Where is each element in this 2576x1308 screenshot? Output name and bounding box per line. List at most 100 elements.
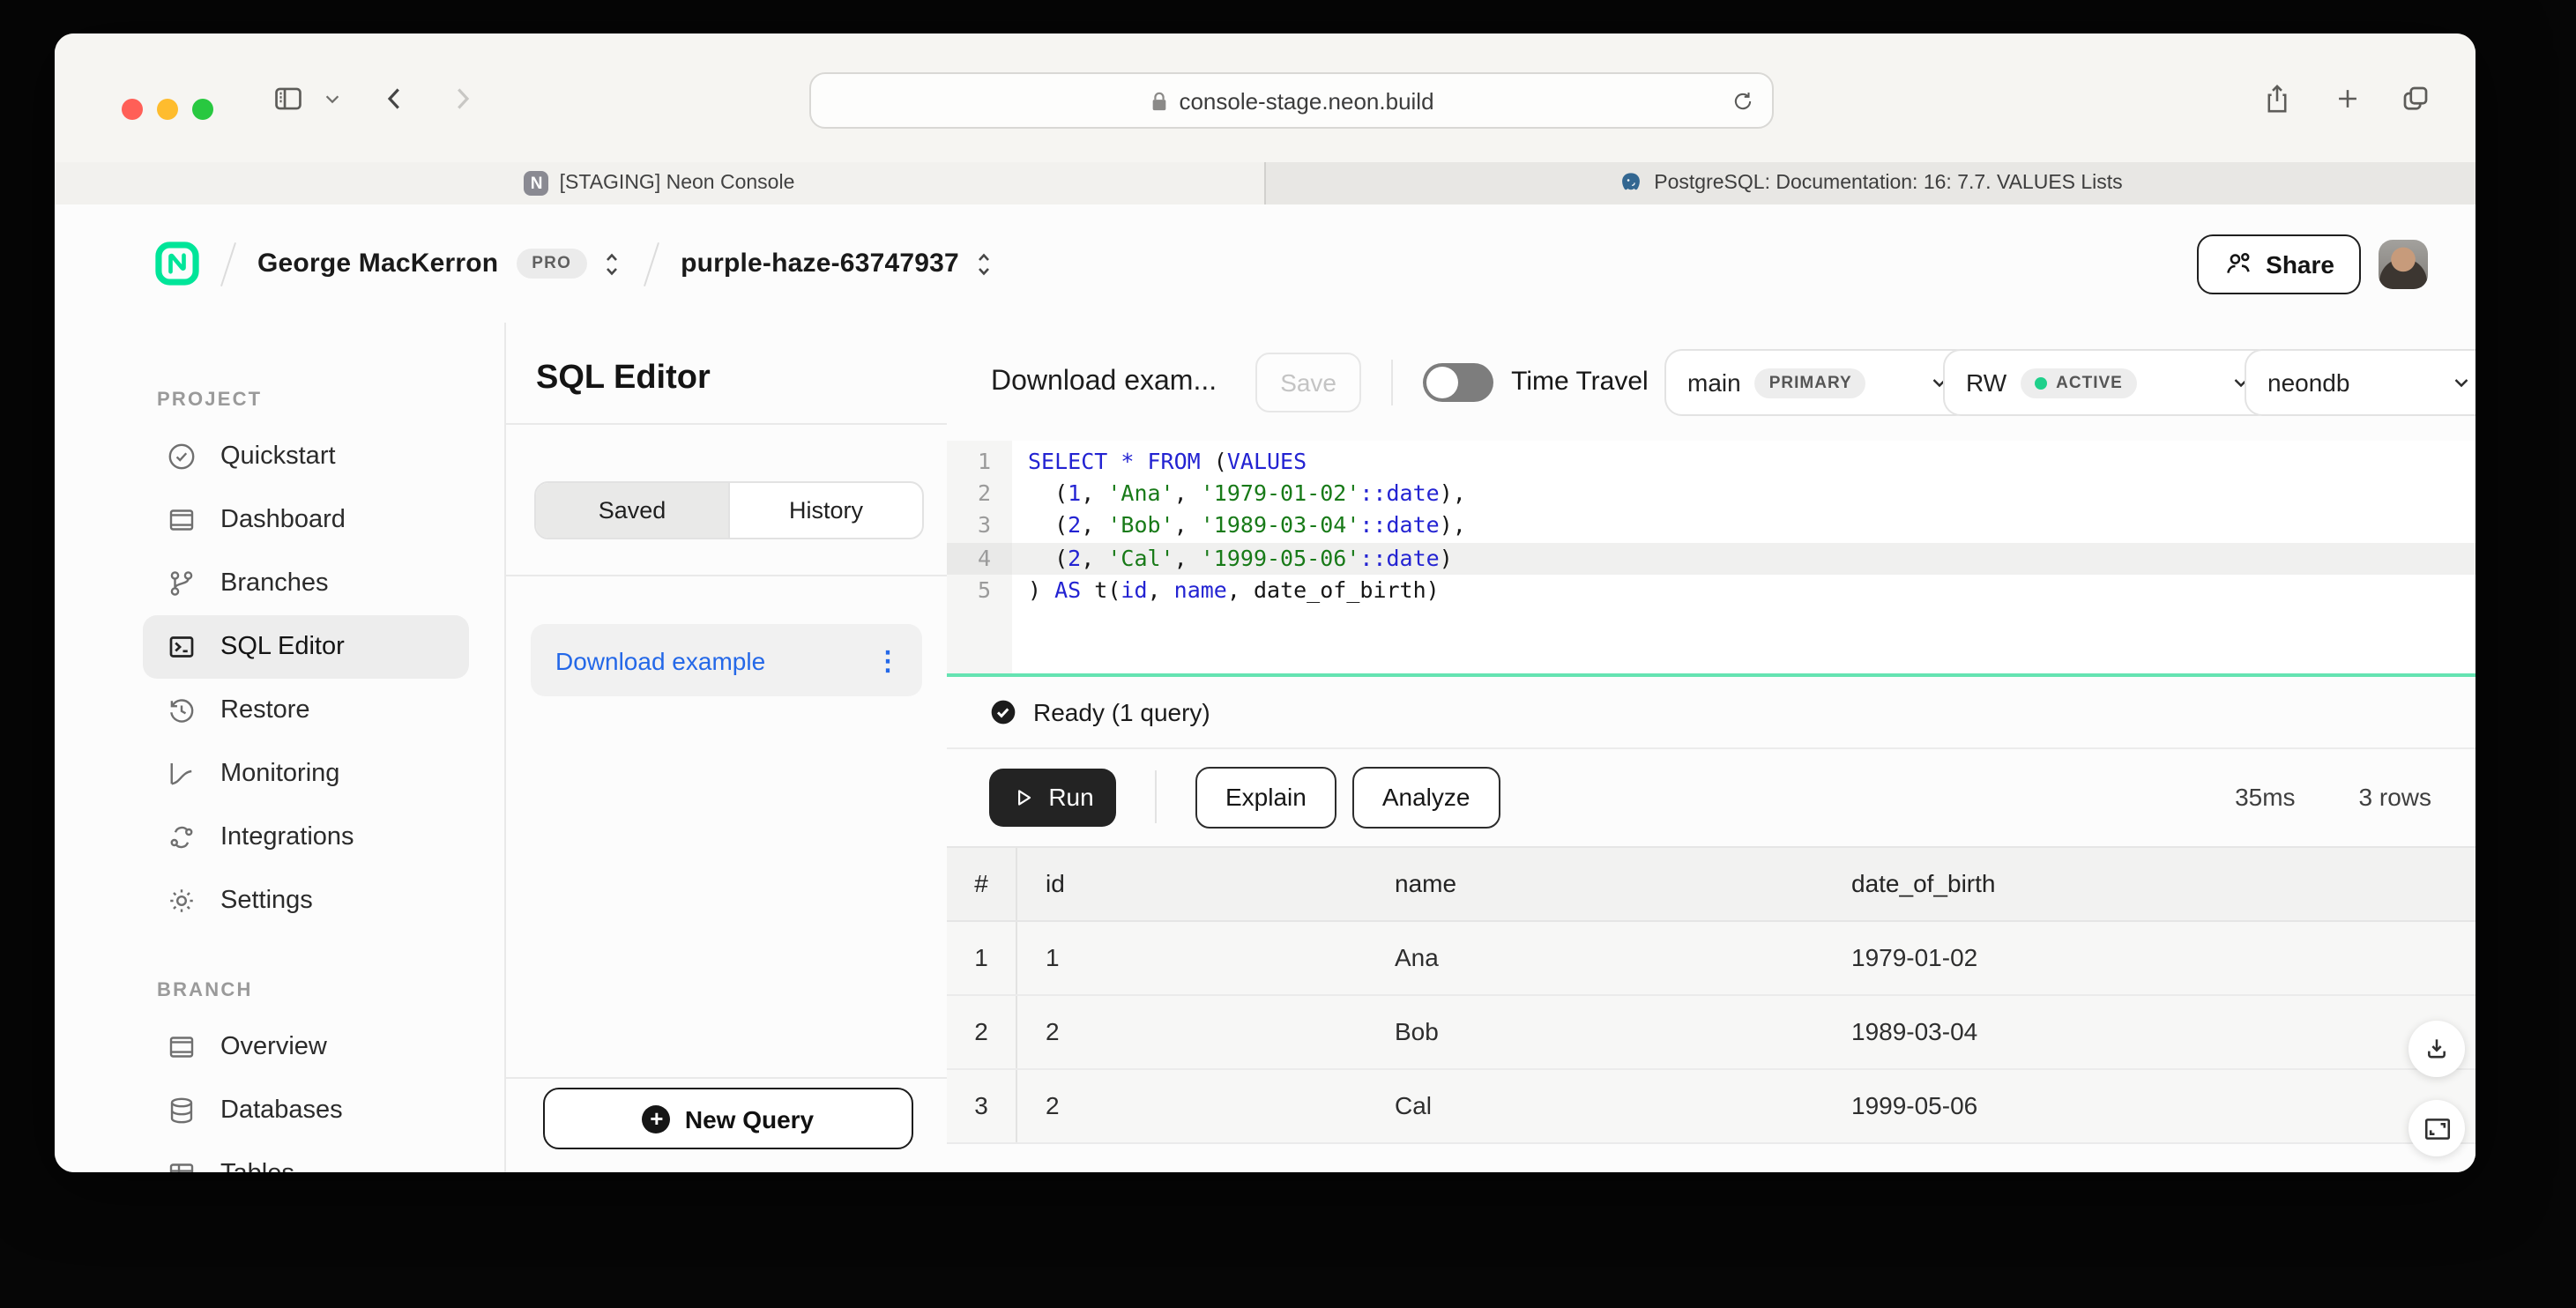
minimize-window-button[interactable] (157, 99, 178, 120)
results-header-row: #idnamedate_of_birth (947, 845, 2475, 921)
code-text: ) AS t(id, name, date_of_birth) (1012, 575, 2475, 606)
code-line-5[interactable]: 5) AS t(id, name, date_of_birth) (947, 575, 2475, 606)
active-badge: ACTIVE (2021, 368, 2137, 398)
sidebar-section-label: BRANCH (157, 980, 504, 1001)
chart-icon (166, 758, 197, 790)
window-icon (166, 1031, 197, 1063)
code-text: SELECT * FROM (VALUES (1012, 446, 2475, 478)
new-tab-icon[interactable] (2333, 83, 2363, 113)
code-line-3[interactable]: 3 (2, 'Bob', '1989-03-04'::date), (947, 510, 2475, 542)
saved-query-item[interactable]: Download example ⋮ (531, 624, 922, 696)
project-name[interactable]: purple-haze-63747937 (681, 249, 959, 279)
sidebar-toggle-icon[interactable] (272, 81, 305, 115)
sidebar-item-label: Tables (220, 1160, 294, 1172)
address-bar[interactable]: console-stage.neon.build (809, 72, 1774, 129)
compute-select[interactable]: RW ACTIVE (1943, 349, 2274, 416)
tab-postgresql-docs[interactable]: PostgreSQL: Documentation: 16: 7.7. VALU… (1264, 162, 2475, 204)
sidebar-item-dashboard[interactable]: Dashboard (143, 488, 469, 552)
sidebar-item-databases[interactable]: Databases (143, 1079, 469, 1142)
download-results-button[interactable] (2408, 1021, 2465, 1077)
new-query-button[interactable]: + New Query (543, 1088, 913, 1149)
editor-toolbar: Download exam... Save Time Travel main P… (947, 323, 2475, 441)
new-query-label: New Query (685, 1104, 814, 1133)
screenshot-stage: console-stage.neon.build N [STAGING] Neo… (0, 0, 2576, 1308)
queries-panel: SQL Editor Saved History Download exampl… (504, 323, 949, 1172)
share-button[interactable]: Share (2197, 234, 2361, 294)
table-icon (166, 1158, 197, 1172)
divider (506, 1077, 947, 1079)
sidebar-item-sql-editor[interactable]: SQL Editor (143, 615, 469, 679)
divider (506, 423, 947, 425)
zoom-window-button[interactable] (192, 99, 213, 120)
analyze-button[interactable]: Analyze (1352, 766, 1500, 828)
explain-button[interactable]: Explain (1195, 766, 1336, 828)
tab-bar: N [STAGING] Neon Console PostgreSQL: Doc… (55, 162, 2475, 206)
database-select[interactable]: neondb (2245, 349, 2475, 416)
chevron-down-icon (2451, 372, 2472, 393)
run-button[interactable]: Run (989, 768, 1116, 826)
reload-icon[interactable] (1731, 89, 1754, 112)
sidebar-item-monitoring[interactable]: Monitoring (143, 742, 469, 806)
divider (1155, 770, 1157, 823)
table-row[interactable]: 11Ana1979-01-02 (947, 921, 2475, 995)
table-cell: 2 (1017, 1017, 1366, 1045)
column-header-name: name (1366, 869, 1823, 897)
row-count: 3 rows (2359, 783, 2431, 811)
code-line-1[interactable]: 1SELECT * FROM (VALUES (947, 446, 2475, 478)
tab-saved[interactable]: Saved (536, 483, 728, 538)
table-cell: Cal (1366, 1091, 1823, 1119)
back-button-icon[interactable] (379, 82, 411, 114)
plus-circle-icon: + (643, 1104, 671, 1133)
sidebar-item-restore[interactable]: Restore (143, 679, 469, 742)
status-text: Ready (1 query) (1033, 698, 1210, 726)
tab-overview-icon[interactable] (2400, 82, 2431, 114)
sidebar-item-settings[interactable]: Settings (143, 869, 469, 933)
time-travel-label: Time Travel (1511, 367, 1649, 397)
tab-neon-console[interactable]: N [STAGING] Neon Console (55, 162, 1264, 204)
sidebar-item-branches[interactable]: Branches (143, 552, 469, 615)
check-circle-icon (166, 441, 197, 472)
table-cell: 1999-05-06 (1823, 1091, 2475, 1119)
time-travel-toggle[interactable] (1423, 362, 1493, 401)
query-actions-row: Run Explain Analyze 35ms 3 rows (947, 748, 2475, 845)
active-dot-icon (2035, 376, 2047, 389)
breadcrumb-divider (220, 242, 236, 286)
share-page-icon[interactable] (2262, 81, 2292, 115)
query-status-row: Ready (1 query) (947, 677, 2475, 749)
browser-window: console-stage.neon.build N [STAGING] Neo… (55, 33, 2475, 1172)
sidebar-item-integrations[interactable]: Integrations (143, 806, 469, 869)
console-header: George MacKerron PRO purple-haze-6374793… (55, 204, 2475, 324)
branch-select[interactable]: main PRIMARY (1664, 349, 1973, 416)
sql-code-editor[interactable]: 1SELECT * FROM (VALUES2 (1, 'Ana', '1979… (947, 441, 2475, 673)
line-number: 4 (947, 542, 1012, 574)
toggle-knob (1426, 366, 1458, 398)
sidebar-section-label: PROJECT (157, 390, 504, 411)
org-name[interactable]: George MacKerron (257, 249, 498, 279)
code-line-4[interactable]: 4 (2, 'Cal', '1999-05-06'::date) (947, 542, 2475, 574)
close-window-button[interactable] (122, 99, 143, 120)
table-row[interactable]: 22Bob1989-03-04 (947, 995, 2475, 1069)
code-line-2[interactable]: 2 (1, 'Ana', '1979-01-02'::date), (947, 478, 2475, 509)
user-avatar[interactable] (2379, 239, 2428, 288)
table-cell: Ana (1366, 943, 1823, 971)
table-row[interactable]: 32Cal1999-05-06 (947, 1069, 2475, 1143)
sidebar-item-tables[interactable]: Tables (143, 1142, 469, 1172)
org-selector-chevrons-icon[interactable] (601, 249, 622, 278)
editor-pane: Download exam... Save Time Travel main P… (947, 323, 2475, 1172)
table-cell: 2 (947, 995, 1017, 1067)
table-cell: 1989-03-04 (1823, 1017, 2475, 1045)
neon-logo[interactable] (155, 242, 199, 286)
project-selector-chevrons-icon[interactable] (973, 249, 994, 278)
save-button[interactable]: Save (1255, 352, 1361, 412)
kebab-menu-icon[interactable]: ⋮ (875, 644, 901, 676)
table-cell: 1979-01-02 (1823, 943, 2475, 971)
breadcrumb-divider (644, 242, 659, 286)
code-text: (2, 'Cal', '1999-05-06'::date) (1012, 542, 2475, 574)
primary-badge: PRIMARY (1755, 368, 1866, 398)
sidebar-chevron-down-icon[interactable] (323, 88, 342, 108)
tab-history[interactable]: History (728, 483, 922, 538)
expand-results-button[interactable] (2408, 1100, 2465, 1156)
sidebar-item-quickstart[interactable]: Quickstart (143, 425, 469, 488)
sidebar-item-overview[interactable]: Overview (143, 1015, 469, 1079)
expand-icon (2422, 1115, 2452, 1141)
